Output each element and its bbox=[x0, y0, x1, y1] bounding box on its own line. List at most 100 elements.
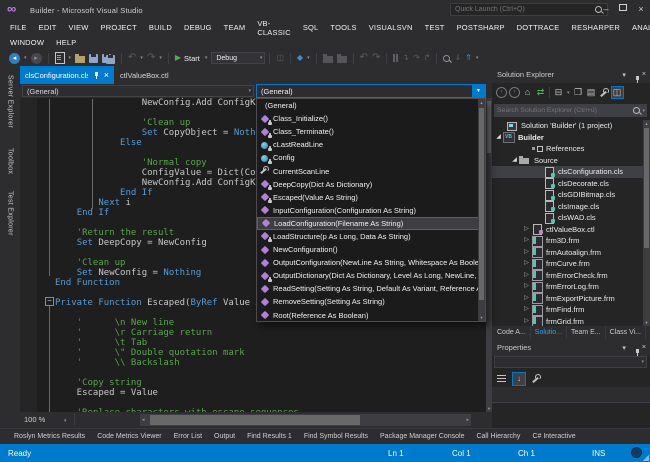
bottom-tab-find-results-1[interactable]: Find Results 1 bbox=[241, 433, 298, 440]
scroll-down-arrow-icon[interactable]: ▼ bbox=[478, 315, 485, 320]
editor-tab-ctlvaluebox-ctl[interactable]: ctlValueBox.ctl bbox=[115, 66, 185, 84]
pending-changes-filter-button[interactable]: ❐ bbox=[572, 86, 585, 99]
publish-folder-button[interactable] bbox=[335, 51, 349, 65]
menu-item-test[interactable]: TEST bbox=[419, 23, 451, 32]
expander-closed-icon[interactable] bbox=[522, 247, 531, 258]
expander-closed-icon[interactable] bbox=[522, 235, 531, 246]
bottom-tab-find-symbol-results[interactable]: Find Symbol Results bbox=[298, 433, 374, 440]
close-icon[interactable]: × bbox=[638, 71, 650, 78]
tree-item-builder[interactable]: Builder bbox=[492, 132, 643, 144]
member-item-outputdictionary-dict-as-dictionary-level-as-long-newline-v[interactable]: OutputDictionary(Dict As Dictionary, Lev… bbox=[257, 269, 479, 282]
show-all-files-button[interactable]: ▤ bbox=[585, 86, 598, 99]
code-line[interactable]: Set DeepCopy = NewConfig bbox=[55, 238, 207, 248]
menu-item-team[interactable]: TEAM bbox=[218, 23, 252, 32]
minimize-button[interactable]: – bbox=[598, 2, 614, 16]
menu-item-sql[interactable]: SQL bbox=[297, 23, 325, 32]
menu-item-analyze[interactable]: ANALYZE bbox=[626, 23, 650, 32]
expander-closed-icon[interactable] bbox=[522, 293, 531, 304]
categorized-button[interactable] bbox=[495, 372, 509, 386]
extension-dropdown-icon[interactable]: ▾ bbox=[305, 55, 312, 61]
expander-closed-icon[interactable] bbox=[522, 270, 531, 281]
solution-explorer-title-bar[interactable]: Solution Explorer ▾ × bbox=[492, 66, 650, 83]
window-position-dropdown-icon[interactable]: ▾ bbox=[618, 71, 630, 79]
code-line[interactable]: ' \n New line bbox=[55, 318, 174, 328]
expander-open-icon[interactable] bbox=[510, 155, 519, 166]
scroll-up-arrow-icon[interactable]: ▲ bbox=[643, 121, 650, 126]
code-line[interactable]: 'Clean up bbox=[55, 118, 190, 128]
extension-button[interactable]: ◆ bbox=[295, 51, 305, 65]
expander-open-icon[interactable] bbox=[494, 132, 503, 143]
scroll-right-arrow-icon[interactable]: ▸ bbox=[466, 417, 469, 423]
expander-closed-icon[interactable] bbox=[522, 304, 531, 315]
code-line[interactable]: Set CopyObject = Nothing bbox=[55, 128, 272, 138]
code-line[interactable]: 'Normal copy bbox=[55, 158, 207, 168]
member-item-root-reference-as-boolean[interactable]: Root(Reference As Boolean) bbox=[257, 309, 479, 322]
navigate-forward-button[interactable]: ▸ bbox=[29, 51, 44, 65]
save-all-button[interactable] bbox=[100, 51, 117, 65]
menu-item-project[interactable]: PROJECT bbox=[95, 23, 143, 32]
close-icon[interactable]: × bbox=[104, 71, 109, 80]
quick-launch-input[interactable] bbox=[451, 6, 595, 13]
scroll-up-arrow-icon[interactable]: ▲ bbox=[478, 100, 485, 105]
solution-explorer-search-input[interactable] bbox=[494, 107, 633, 114]
undo-button[interactable]: ↶ bbox=[126, 51, 138, 65]
panel-tab-team-e[interactable]: Team E... bbox=[567, 326, 606, 339]
attach-to-process-button[interactable]: ◫ bbox=[274, 51, 286, 65]
tree-item-clswad-cls[interactable]: clsWAD.cls bbox=[492, 212, 643, 224]
menu-item-edit[interactable]: EDIT bbox=[33, 23, 63, 32]
menu-item-debug[interactable]: DEBUG bbox=[178, 23, 218, 32]
expander-closed-icon[interactable] bbox=[522, 281, 531, 292]
window-position-dropdown-icon[interactable]: ▾ bbox=[618, 344, 630, 352]
step-into-button[interactable]: ↴ bbox=[400, 51, 411, 65]
menu-item-postsharp[interactable]: POSTSHARP bbox=[451, 23, 511, 32]
types-combo[interactable]: (General) ▾ bbox=[22, 85, 254, 97]
tree-item-source[interactable]: Source bbox=[492, 155, 643, 167]
zoom-dropdown-icon[interactable]: ▾ bbox=[62, 418, 69, 424]
bottom-tab-package-manager-console[interactable]: Package Manager Console bbox=[374, 433, 470, 440]
code-line[interactable]: 'Return the result bbox=[55, 228, 174, 238]
member-item-class-initialize[interactable]: Class_Initialize() bbox=[257, 112, 479, 125]
resize-grip[interactable] bbox=[643, 455, 649, 461]
dropdown-scrollbar[interactable]: ▲ ▼ bbox=[478, 99, 485, 321]
tree-item-clsconfiguration-cls[interactable]: clsConfiguration.cls bbox=[492, 166, 643, 178]
panel-tab-code-a[interactable]: Code A... bbox=[493, 326, 531, 339]
tree-item-ctlvaluebox-ctl[interactable]: ctlValueBox.ctl bbox=[492, 224, 643, 236]
sync-with-active-document-button[interactable]: ⇄ bbox=[534, 86, 547, 99]
preview-selected-items-button[interactable]: ◫ bbox=[611, 86, 624, 99]
bottom-tab-code-metrics-viewer[interactable]: Code Metrics Viewer bbox=[91, 433, 167, 440]
alphabetical-sort-button[interactable]: ↓ bbox=[512, 372, 526, 386]
code-line[interactable]: Next i bbox=[55, 198, 131, 208]
member-item-escaped-value-as-string[interactable]: Escaped(Value As String) bbox=[257, 191, 479, 204]
member-item-class-terminate[interactable]: Class_Terminate() bbox=[257, 125, 479, 138]
member-item-loadconfiguration-filename-as-string[interactable]: LoadConfiguration(Filename As String) bbox=[257, 217, 479, 230]
panel-tab-class-vi[interactable]: Class Vi... bbox=[606, 326, 646, 339]
member-item-deepcopy-dict-as-dictionary[interactable]: DeepCopy(Dict As Dictionary) bbox=[257, 178, 479, 191]
member-item-outputconfiguration-newline-as-string-whitespace-as-boolea[interactable]: OutputConfiguration(NewLine As String, W… bbox=[257, 256, 479, 269]
code-line[interactable]: Escaped = Value bbox=[55, 388, 158, 398]
tree-item-frmerrorcheck-frm[interactable]: frmErrorCheck.frm bbox=[492, 270, 643, 282]
sidebar-tab-toolbox[interactable]: Toolbox bbox=[2, 142, 18, 180]
tree-vertical-scrollbar[interactable]: ▲ ▼ bbox=[643, 120, 650, 326]
code-line[interactable]: End Function bbox=[55, 278, 120, 288]
close-icon[interactable]: × bbox=[638, 344, 650, 351]
menu-item-view[interactable]: VIEW bbox=[63, 23, 95, 32]
code-line[interactable]: Else bbox=[55, 138, 142, 148]
navigate-up-button[interactable]: ⇑ bbox=[463, 51, 474, 65]
member-item-config[interactable]: Config bbox=[257, 151, 479, 164]
tree-item-references[interactable]: References bbox=[492, 143, 643, 155]
redo-history-button[interactable]: ↷ bbox=[370, 51, 382, 65]
members-combo[interactable]: (General) ▼ bbox=[256, 84, 486, 98]
properties-object-combo[interactable]: ▾ bbox=[494, 356, 647, 368]
break-all-button[interactable] bbox=[391, 51, 400, 65]
code-line[interactable]: ' \t Tab bbox=[55, 338, 147, 348]
scrollbar-thumb[interactable] bbox=[644, 128, 649, 248]
tree-item-frm3d-frm[interactable]: frm3D.frm bbox=[492, 235, 643, 247]
code-line[interactable]: End If bbox=[55, 208, 109, 218]
tree-item-clsdecorate-cls[interactable]: clsDecorate.cls bbox=[492, 178, 643, 190]
feedback-icon[interactable] bbox=[631, 447, 642, 458]
code-line[interactable]: ' \" Double quotation mark bbox=[55, 348, 245, 358]
member-item-removesetting-setting-as-string[interactable]: RemoveSetting(Setting As String) bbox=[257, 295, 479, 308]
code-line[interactable]: NewConfig.Add ConfigKeys( bbox=[55, 178, 277, 188]
scroll-down-arrow-icon[interactable]: ▼ bbox=[643, 320, 650, 325]
scrollbar-thumb[interactable] bbox=[479, 108, 484, 300]
